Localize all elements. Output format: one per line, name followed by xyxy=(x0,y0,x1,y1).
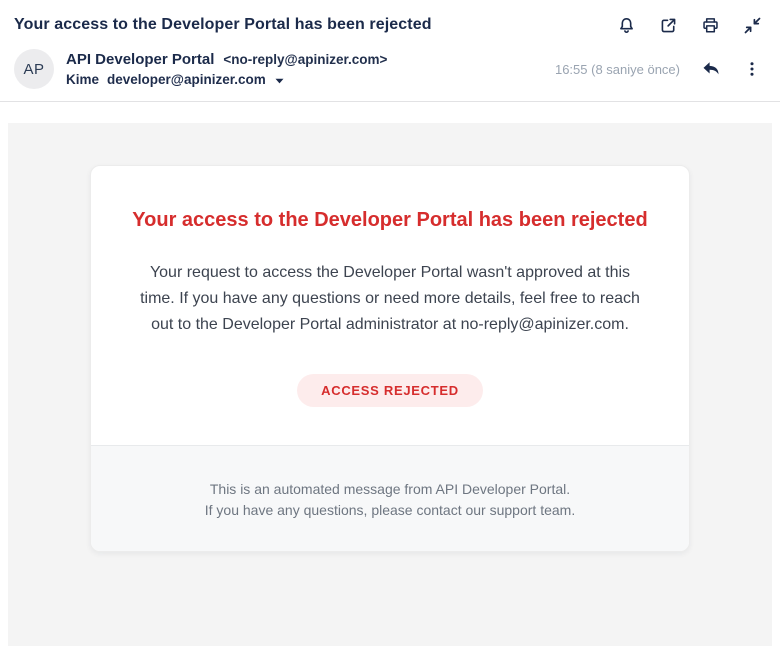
email-subject-title: Your access to the Developer Portal has … xyxy=(14,16,432,34)
footer-line-1: This is an automated message from API De… xyxy=(111,479,669,500)
mail-header: Your access to the Developer Portal has … xyxy=(0,0,780,102)
reply-button[interactable] xyxy=(701,59,721,79)
recipient-details-dropdown[interactable]: Kime developer@apinizer.com xyxy=(66,72,284,87)
rejection-heading: Your access to the Developer Portal has … xyxy=(131,206,649,234)
header-toolbar xyxy=(616,15,762,35)
email-content-main: Your access to the Developer Portal has … xyxy=(91,166,689,445)
timestamp: 16:55 (8 saniye önce) xyxy=(555,62,680,77)
open-in-new-icon xyxy=(659,16,678,35)
email-body-canvas: Your access to the Developer Portal has … xyxy=(8,123,772,646)
sender-info: API Developer Portal <no-reply@apinizer.… xyxy=(66,51,387,87)
message-meta: 16:55 (8 saniye önce) xyxy=(555,59,762,79)
sender-row: AP API Developer Portal <no-reply@apiniz… xyxy=(14,49,762,89)
collapse-icon xyxy=(743,16,762,35)
chevron-down-icon xyxy=(275,72,284,87)
email-content-footer: This is an automated message from API De… xyxy=(91,445,689,551)
subject-row: Your access to the Developer Portal has … xyxy=(14,10,762,40)
reply-icon xyxy=(701,59,721,79)
sender-avatar: AP xyxy=(14,49,54,89)
sender-name: API Developer Portal xyxy=(66,51,214,68)
more-options-icon xyxy=(743,60,761,78)
notification-bell-button[interactable] xyxy=(616,15,636,35)
sender-address: <no-reply@apinizer.com> xyxy=(223,52,387,67)
status-badge: ACCESS REJECTED xyxy=(297,374,483,407)
open-in-new-window-button[interactable] xyxy=(658,15,678,35)
email-content-card: Your access to the Developer Portal has … xyxy=(90,165,690,552)
recipient-address: developer@apinizer.com xyxy=(107,72,266,87)
more-options-button[interactable] xyxy=(742,59,762,79)
notification-bell-icon xyxy=(617,16,636,35)
print-button[interactable] xyxy=(700,15,720,35)
recipient-label: Kime xyxy=(66,72,99,87)
rejection-message: Your request to access the Developer Por… xyxy=(131,260,649,338)
footer-line-2: If you have any questions, please contac… xyxy=(111,500,669,521)
printer-icon xyxy=(701,16,720,35)
collapse-view-button[interactable] xyxy=(742,15,762,35)
